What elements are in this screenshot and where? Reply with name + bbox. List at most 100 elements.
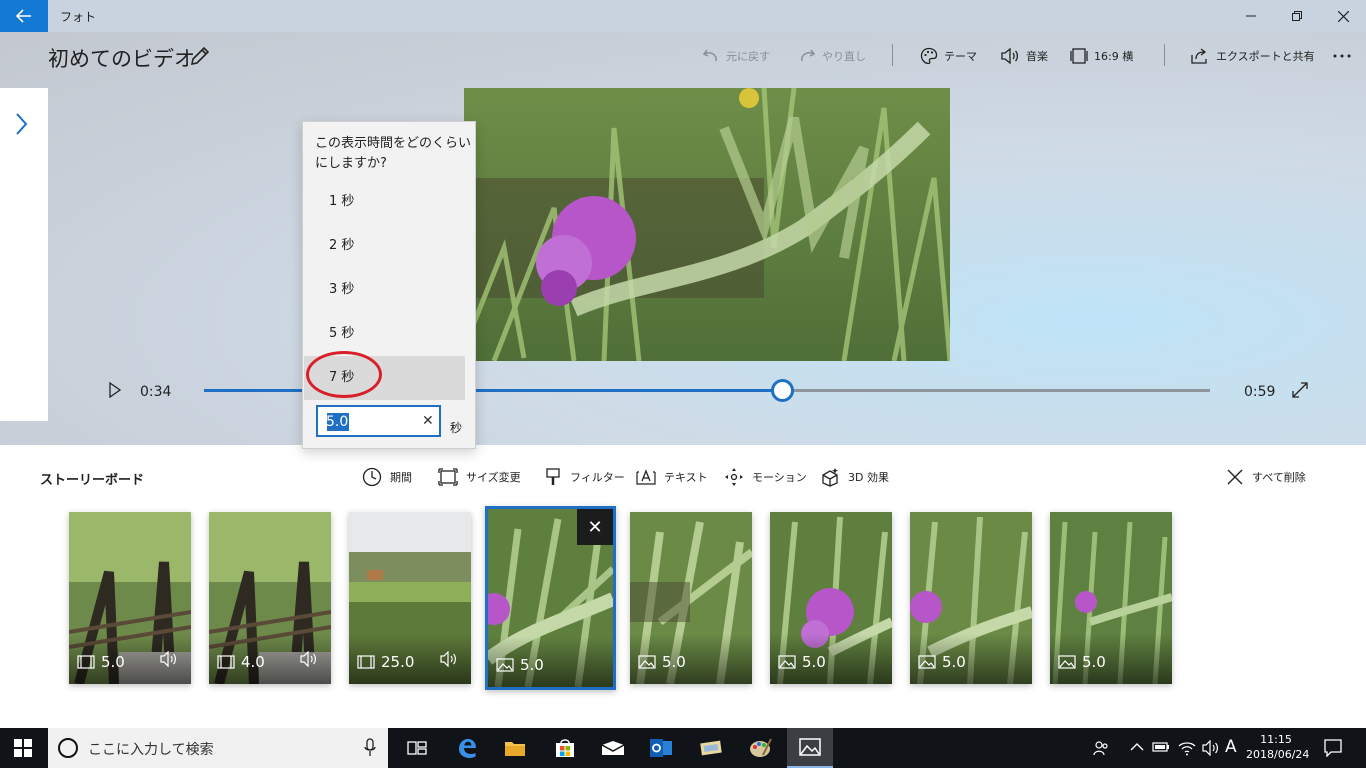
3d-effects-button[interactable]: 3D 効果 <box>820 466 889 488</box>
close-icon <box>1337 10 1349 22</box>
clip-duration-value: 5.0 <box>101 653 125 671</box>
total-time: 0:59 <box>1244 384 1276 400</box>
minimize-button[interactable] <box>1228 4 1274 28</box>
storyboard-clip[interactable]: 5.0 <box>630 512 752 684</box>
microphone-icon[interactable] <box>364 738 376 758</box>
theme-label: テーマ <box>944 50 977 63</box>
storyboard-clip[interactable]: 5.0 <box>910 512 1032 684</box>
clip-duration-value: 5.0 <box>520 656 544 674</box>
storyboard-clip[interactable]: 4.0 <box>209 512 331 684</box>
storyboard-clip[interactable]: 5.0 <box>770 512 892 684</box>
motion-button[interactable]: モーション <box>724 466 807 488</box>
photo-clip-icon <box>918 655 936 669</box>
scanner-app-icon <box>700 740 722 756</box>
duration-option-2[interactable]: 2 秒 <box>304 224 465 268</box>
close-button[interactable] <box>1320 4 1366 28</box>
undo-label: 元に戻す <box>726 50 770 63</box>
pencil-icon[interactable] <box>188 44 212 68</box>
annotation-red-circle <box>306 351 382 398</box>
clip-duration-value: 5.0 <box>802 653 826 671</box>
clip-duration: 5.0 <box>918 653 966 671</box>
taskbar-clock[interactable]: 11:15 2018/06/24 <box>1246 732 1309 762</box>
undo-icon <box>702 49 717 62</box>
photo-clip-icon <box>496 658 514 672</box>
mail-icon <box>601 741 625 755</box>
clip-duration: 5.0 <box>496 656 544 674</box>
music-button[interactable]: 音楽 <box>1000 46 1048 66</box>
duration-button[interactable]: 期間 <box>362 466 412 488</box>
storyboard-clip[interactable]: 5.0 <box>69 512 191 684</box>
text-label: テキスト <box>664 471 708 484</box>
duration-option-1[interactable]: 1 秒 <box>304 180 465 224</box>
play-button[interactable] <box>108 382 122 398</box>
clip-duration: 5.0 <box>1058 653 1106 671</box>
project-title: 初めてのビデオ <box>48 47 195 71</box>
minimize-icon <box>1246 15 1256 17</box>
wifi-icon[interactable] <box>1178 740 1196 756</box>
seek-bar-thumb[interactable] <box>771 379 795 402</box>
filter-button[interactable]: フィルター <box>544 466 625 488</box>
aspect-ratio-button[interactable]: 16:9 横 <box>1070 46 1133 66</box>
video-clip-icon <box>77 655 95 669</box>
expand-icon[interactable] <box>1292 382 1308 398</box>
redo-button[interactable]: やり直し <box>798 46 866 66</box>
taskbar-search-box[interactable]: ここに入力して検索 <box>48 728 388 768</box>
task-view-button[interactable] <box>394 728 440 768</box>
restore-button[interactable] <box>1274 4 1320 28</box>
duration-input-box[interactable]: ✕ <box>316 405 441 437</box>
mail-button[interactable] <box>590 728 636 768</box>
delete-all-button[interactable]: すべて削除 <box>1226 466 1306 488</box>
3d-cube-icon <box>822 468 838 487</box>
duration-input[interactable] <box>326 412 416 432</box>
duration-option-3[interactable]: 3 秒 <box>304 268 465 312</box>
storyboard-panel: ストーリーボード 期間 サイズ変更 フィルター テキスト モーション 3D 効果… <box>0 445 1366 728</box>
filter-label: フィルター <box>570 471 625 484</box>
back-button[interactable] <box>0 0 48 32</box>
windows-start-icon[interactable] <box>14 739 32 757</box>
remove-clip-button[interactable]: ✕ <box>577 509 613 545</box>
clip-duration-value: 25.0 <box>381 653 415 671</box>
storyboard-clip-selected[interactable]: ✕ 5.0 <box>485 506 616 690</box>
outlook-button[interactable] <box>638 728 684 768</box>
search-placeholder: ここに入力して検索 <box>88 742 214 758</box>
store-icon <box>556 739 574 757</box>
battery-icon[interactable] <box>1152 741 1170 753</box>
storyboard-clip[interactable]: 25.0 <box>349 512 471 684</box>
side-panel-toggle[interactable] <box>0 88 48 421</box>
volume-icon[interactable] <box>1202 740 1220 756</box>
undo-button[interactable]: 元に戻す <box>702 46 770 66</box>
photo-clip-icon <box>778 655 796 669</box>
clip-duration: 5.0 <box>778 653 826 671</box>
export-share-button[interactable]: エクスポートと共有 <box>1190 46 1315 66</box>
store-button[interactable] <box>542 728 588 768</box>
app-button[interactable] <box>688 728 734 768</box>
storyboard-clip[interactable]: 5.0 <box>1050 512 1172 684</box>
paint-app-button[interactable] <box>738 728 784 768</box>
outlook-icon <box>650 739 672 757</box>
clip-duration: 25.0 <box>357 653 414 671</box>
redo-icon <box>801 49 816 62</box>
edge-browser-button[interactable] <box>444 728 490 768</box>
duration-option-5[interactable]: 5 秒 <box>304 312 465 356</box>
video-clip-icon <box>217 655 235 669</box>
edge-icon <box>459 739 476 758</box>
music-label: 音楽 <box>1026 50 1048 63</box>
text-button[interactable]: テキスト <box>636 466 708 488</box>
more-options-button[interactable] <box>1332 46 1358 66</box>
ime-indicator[interactable]: A <box>1225 737 1237 757</box>
text-icon <box>636 469 656 485</box>
redo-label: やり直し <box>822 50 866 63</box>
export-share-label: エクスポートと共有 <box>1216 50 1315 63</box>
file-explorer-button[interactable] <box>492 728 538 768</box>
theme-button[interactable]: テーマ <box>920 46 977 66</box>
photos-app-button[interactable] <box>787 728 833 768</box>
video-editor-area: 初めてのビデオ 元に戻す やり直し テーマ 音楽 16:9 横 エクスポートと共… <box>0 32 1366 445</box>
resize-button[interactable]: サイズ変更 <box>438 466 521 488</box>
speaker-icon <box>1001 47 1019 65</box>
notification-icon[interactable] <box>1324 739 1342 757</box>
restore-icon <box>1292 11 1302 21</box>
clear-input-icon[interactable]: ✕ <box>422 413 434 429</box>
aspect-ratio-label: 16:9 横 <box>1094 50 1134 63</box>
people-icon[interactable] <box>1093 740 1109 756</box>
chevron-up-icon[interactable] <box>1130 742 1144 752</box>
